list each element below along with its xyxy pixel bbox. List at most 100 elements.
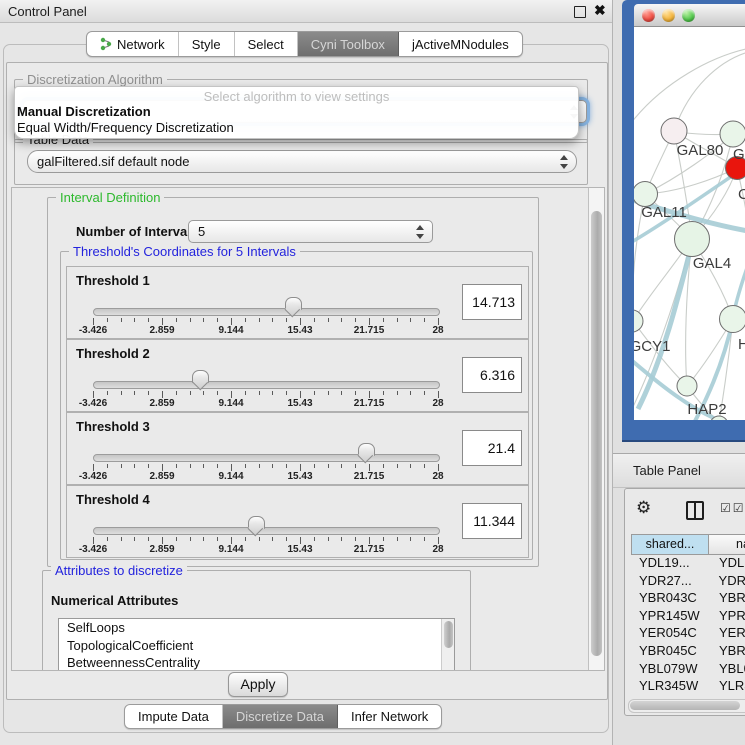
tick-mark bbox=[272, 537, 273, 541]
slider-scale-labels: -3.4262.8599.14415.4321.71528 bbox=[93, 398, 438, 409]
tick-mark bbox=[300, 391, 301, 398]
table-cell-shared-name[interactable]: YBL079W bbox=[631, 661, 709, 679]
float-window-icon[interactable] bbox=[574, 6, 586, 18]
tick-mark bbox=[397, 391, 398, 395]
network-node-label: GAL4 bbox=[693, 255, 731, 272]
tab-style[interactable]: Style bbox=[179, 32, 235, 56]
close-icon[interactable]: ✖ bbox=[594, 2, 606, 19]
network-node-gcy1[interactable] bbox=[634, 310, 643, 332]
table-row[interactable]: YPR145WYPR1 bbox=[631, 608, 745, 626]
network-node-gal11[interactable] bbox=[634, 182, 658, 207]
table-row[interactable]: YLR345WYLR3 bbox=[631, 678, 745, 696]
table-cell-name[interactable]: YBR0 bbox=[709, 643, 745, 661]
split-view-icon[interactable] bbox=[686, 501, 704, 520]
network-canvas[interactable]: GAL80GGAL11GAL4GCY1HHAP2C bbox=[634, 27, 745, 420]
tick-mark bbox=[121, 537, 122, 541]
threshold-1-slider-thumb[interactable] bbox=[285, 297, 302, 310]
table-cell-name[interactable]: YBR0 bbox=[709, 590, 745, 608]
threshold-2-slider-thumb[interactable] bbox=[192, 370, 209, 383]
tick-mark bbox=[231, 537, 232, 544]
gear-icon[interactable]: ⚙ bbox=[636, 498, 651, 518]
tab-impute-data[interactable]: Impute Data bbox=[125, 705, 223, 728]
threshold-2-value-field[interactable]: 6.316 bbox=[462, 357, 522, 393]
tick-mark bbox=[259, 318, 260, 322]
checkbox-icons[interactable]: ☑☑ bbox=[720, 501, 745, 515]
table-row[interactable]: YBR043CYBR0 bbox=[631, 590, 745, 608]
attribute-list-item[interactable]: BetweennessCentrality bbox=[59, 654, 454, 671]
scale-label: 28 bbox=[432, 471, 443, 482]
table-rows: YDL19...YDL1YDR27...YDR2YBR043CYBR0YPR14… bbox=[631, 555, 745, 713]
network-node-hap2[interactable] bbox=[677, 376, 697, 396]
table-cell-name[interactable]: YDL1 bbox=[709, 555, 745, 573]
dropdown-option-manual-discretization[interactable]: Manual Discretization bbox=[17, 104, 151, 119]
zoom-traffic-light-icon[interactable] bbox=[682, 9, 695, 22]
tick-mark bbox=[93, 537, 94, 544]
threshold-4-slider-track[interactable] bbox=[93, 527, 440, 535]
table-data-combobox[interactable]: galFiltered.sif default node bbox=[27, 150, 577, 173]
network-node-g[interactable] bbox=[720, 121, 745, 147]
tab-jactivemnodules[interactable]: jActiveMNodules bbox=[399, 32, 522, 56]
apply-button[interactable]: Apply bbox=[228, 672, 288, 697]
tick-mark bbox=[328, 464, 329, 468]
combo-stepper-icon bbox=[415, 224, 425, 240]
control-panel-titlebar: Control Panel ✖ bbox=[0, 0, 612, 23]
table-cell-name[interactable]: YDR2 bbox=[709, 573, 745, 591]
threshold-3-slider-track[interactable] bbox=[93, 454, 440, 462]
tab-cyni-toolbox[interactable]: Cyni Toolbox bbox=[298, 32, 399, 56]
close-traffic-light-icon[interactable] bbox=[642, 9, 655, 22]
tick-mark bbox=[300, 537, 301, 544]
table-cell-shared-name[interactable]: YBR043C bbox=[631, 590, 709, 608]
number-of-intervals-combobox[interactable]: 5 bbox=[188, 220, 433, 243]
table-row[interactable]: YDL19...YDL1 bbox=[631, 555, 745, 573]
tab-select[interactable]: Select bbox=[235, 32, 298, 56]
settings-vertical-scrollbar[interactable] bbox=[588, 188, 604, 670]
table-row[interactable]: YER054CYER0 bbox=[631, 625, 745, 643]
table-cell-shared-name[interactable]: YLR345W bbox=[631, 678, 709, 696]
table-cell-shared-name[interactable]: YPR145W bbox=[631, 608, 709, 626]
threshold-3-value-field[interactable]: 21.4 bbox=[462, 430, 522, 466]
table-data-group: Table Data galFiltered.sif default node bbox=[14, 139, 588, 185]
discretization-algorithm-group-title: Discretization Algorithm bbox=[23, 72, 167, 87]
dropdown-option-equal-width-frequency[interactable]: Equal Width/Frequency Discretization bbox=[17, 120, 234, 135]
table-row[interactable]: YBR045CYBR0 bbox=[631, 643, 745, 661]
threshold-3-slider-thumb[interactable] bbox=[358, 443, 375, 456]
attributes-list-scrollbar[interactable] bbox=[441, 619, 454, 670]
threshold-1-slider-track[interactable] bbox=[93, 308, 440, 316]
table-cell-shared-name[interactable]: YBR045C bbox=[631, 643, 709, 661]
table-horizontal-scrollbar[interactable] bbox=[628, 699, 745, 713]
table-row[interactable]: YDR27...YDR2 bbox=[631, 573, 745, 591]
table-cell-name[interactable]: YBL0 bbox=[709, 661, 745, 679]
table-row[interactable]: YBL079WYBL0 bbox=[631, 661, 745, 679]
threshold-4-slider-thumb[interactable] bbox=[248, 516, 265, 529]
network-node-gal80[interactable] bbox=[661, 118, 687, 144]
threshold-2-slider-track[interactable] bbox=[93, 381, 440, 389]
threshold-1-value-field[interactable]: 14.713 bbox=[462, 284, 522, 320]
tab-infer-network[interactable]: Infer Network bbox=[338, 705, 441, 728]
threshold-4-value-field[interactable]: 11.344 bbox=[462, 503, 522, 539]
table-cell-shared-name[interactable]: YDL19... bbox=[631, 555, 709, 573]
attribute-list-item[interactable]: TopologicalCoefficient bbox=[59, 637, 454, 655]
table-cell-shared-name[interactable]: YER054C bbox=[631, 625, 709, 643]
tick-mark bbox=[341, 537, 342, 541]
tick-mark bbox=[203, 464, 204, 468]
scale-label: 2.859 bbox=[149, 325, 174, 336]
tick-mark bbox=[134, 391, 135, 395]
column-header-name[interactable]: na bbox=[709, 534, 745, 555]
network-node-gal4[interactable] bbox=[675, 222, 710, 257]
minimize-traffic-light-icon[interactable] bbox=[662, 9, 675, 22]
table-cell-name[interactable]: YPR1 bbox=[709, 608, 745, 626]
table-cell-name[interactable]: YLR3 bbox=[709, 678, 745, 696]
tick-mark bbox=[369, 464, 370, 471]
attribute-list-item[interactable]: SelfLoops bbox=[59, 619, 454, 637]
numerical-attributes-list[interactable]: SelfLoopsTopologicalCoefficientBetweenne… bbox=[58, 618, 455, 671]
column-header-shared[interactable]: shared... bbox=[631, 534, 709, 555]
table-cell-shared-name[interactable]: YDR27... bbox=[631, 573, 709, 591]
tab-network[interactable]: Network bbox=[87, 32, 179, 56]
network-node-h[interactable] bbox=[720, 306, 745, 333]
tick-mark bbox=[176, 464, 177, 468]
tick-mark bbox=[438, 537, 439, 544]
threshold-4-label: Threshold 4 bbox=[76, 492, 150, 507]
tab-discretize-data[interactable]: Discretize Data bbox=[223, 705, 338, 728]
table-cell-name[interactable]: YER0 bbox=[709, 625, 745, 643]
tick-mark bbox=[272, 318, 273, 322]
